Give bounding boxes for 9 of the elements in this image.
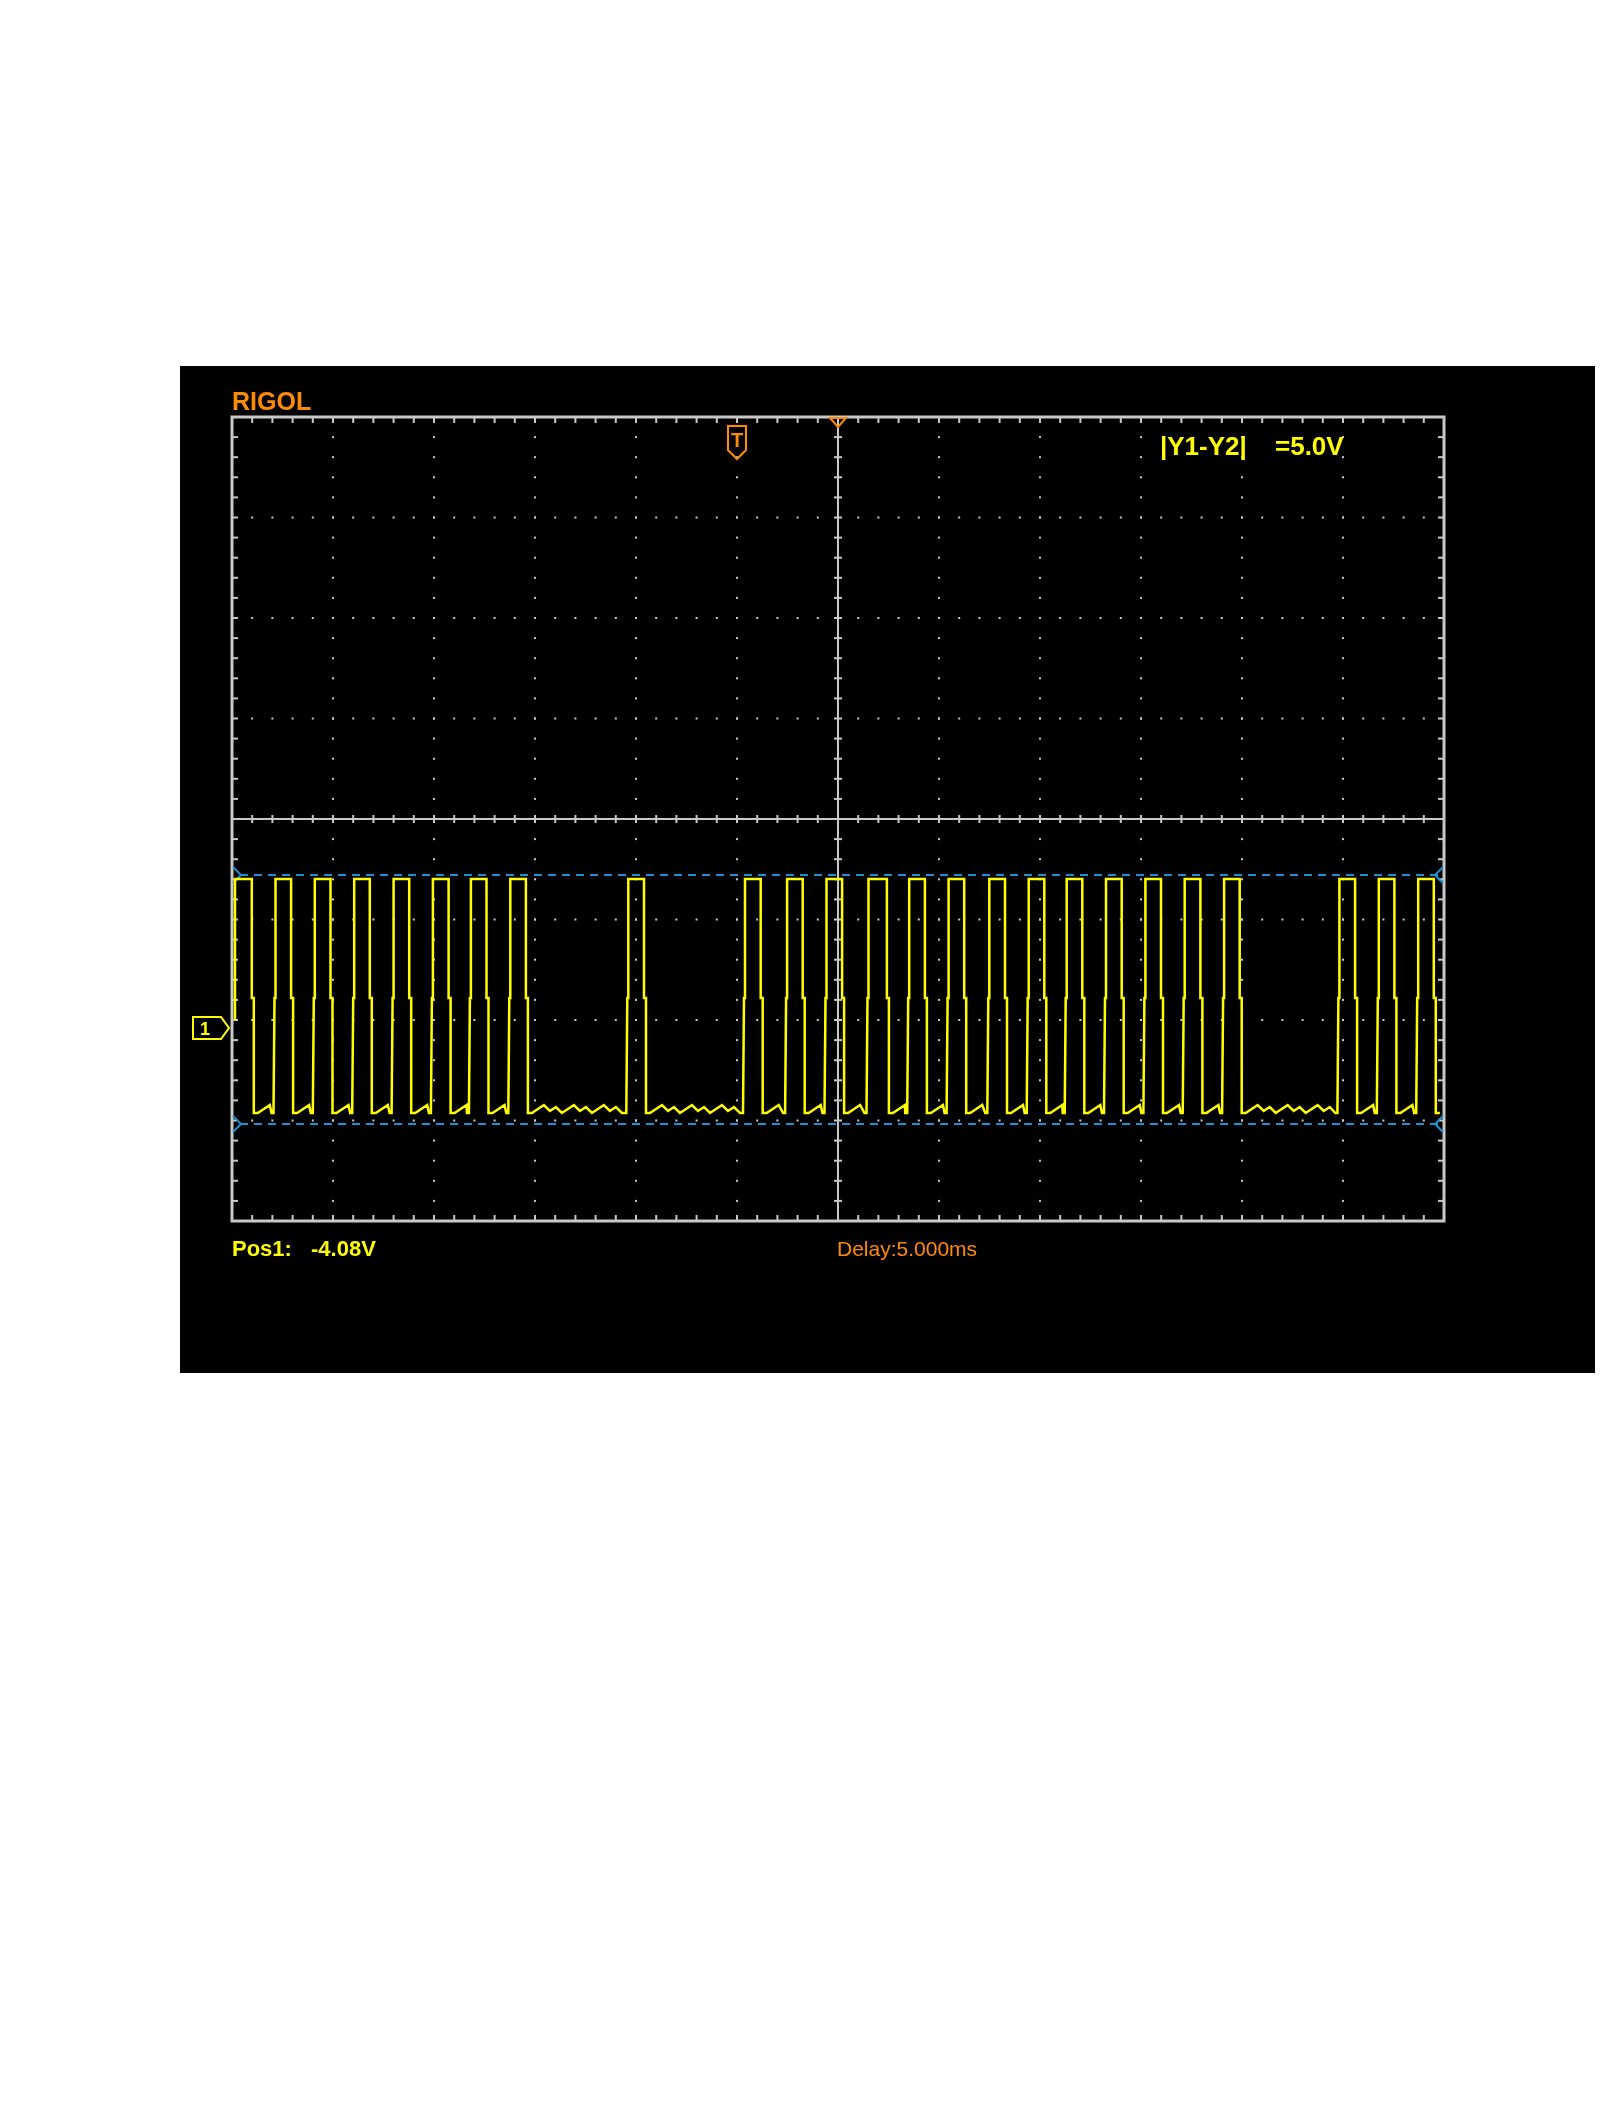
trigger-marker: T — [727, 425, 747, 461]
cursor-readout-value: =5.0V — [1275, 431, 1344, 461]
position-label: Pos1: — [232, 1236, 292, 1261]
cursor-readout-label: |Y1-Y2| — [1160, 431, 1247, 461]
position-value: -4.08V — [311, 1236, 376, 1261]
delay-readout: Delay:5.000ms — [837, 1237, 978, 1260]
brand-logo: RIGOL — [232, 387, 312, 415]
trigger-position-icon — [827, 417, 849, 429]
channel-marker: 1 — [192, 1016, 231, 1040]
